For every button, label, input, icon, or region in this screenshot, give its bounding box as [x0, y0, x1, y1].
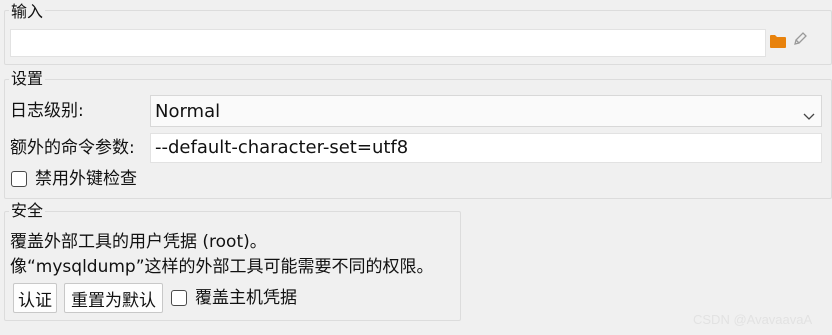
chevron-down-icon [803, 106, 815, 126]
override-host-label: 覆盖主机凭据 [195, 288, 297, 308]
extra-args-label: 额外的命令参数: [10, 138, 135, 158]
auth-button[interactable]: 认证 [13, 283, 57, 313]
folder-icon[interactable] [770, 33, 786, 53]
security-text-line2: 像“mysqldump”这样的外部工具可能需要不同的权限。 [10, 257, 434, 277]
override-host-checkbox[interactable] [171, 290, 187, 306]
log-level-select[interactable]: Normal [150, 95, 822, 127]
disable-fk-label: 禁用外键检查 [35, 169, 137, 189]
settings-group-title: 设置 [9, 69, 46, 88]
reset-default-button[interactable]: 重置为默认 [64, 283, 163, 313]
log-level-label: 日志级别: [10, 101, 84, 121]
input-group-title: 输入 [9, 2, 46, 21]
log-level-value: Normal [155, 101, 221, 122]
watermark: CSDN @AvavaavaA [693, 312, 813, 327]
disable-fk-checkbox[interactable] [11, 171, 27, 187]
extra-args-value: --default-character-set=utf8 [155, 137, 409, 158]
input-path-field[interactable] [10, 29, 766, 57]
security-text-line1: 覆盖外部工具的用户凭据 (root)。 [10, 232, 267, 252]
pencil-icon[interactable] [792, 31, 808, 52]
extra-args-input[interactable]: --default-character-set=utf8 [150, 133, 822, 163]
security-group-title: 安全 [9, 201, 46, 220]
